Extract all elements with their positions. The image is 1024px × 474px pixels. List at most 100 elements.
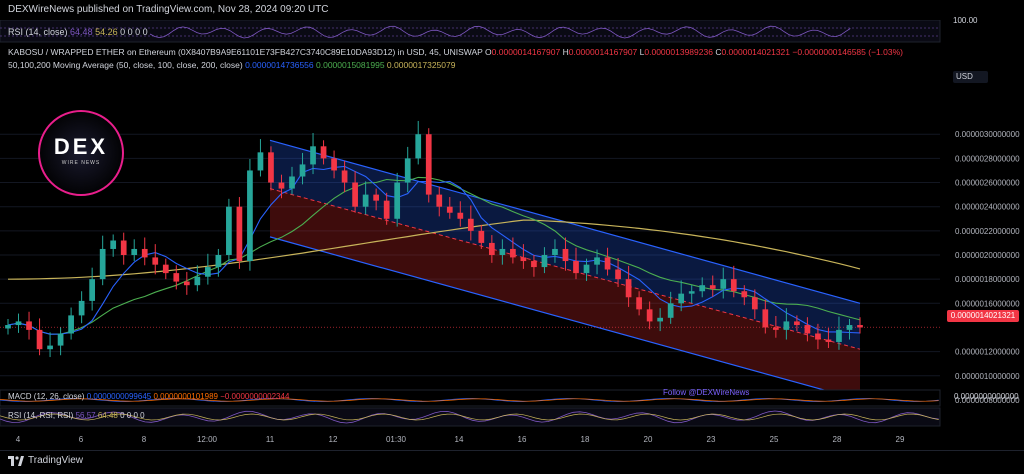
candle-body	[625, 279, 632, 298]
candle-body	[278, 182, 285, 189]
price-tick-label: 0.0000022000000	[955, 227, 1020, 236]
time-tick-label: 6	[79, 435, 84, 444]
candle-body	[47, 345, 53, 350]
rsi-bottom-v1: 56.57	[75, 411, 96, 420]
macd-legend: MACD (12, 26, close) 0.0000000099645 0.0…	[8, 392, 289, 401]
publisher-bar: DEXWireNews published on TradingView.com…	[0, 0, 1024, 20]
rsi-bottom-label: RSI (14, RSI; RSI)	[8, 411, 74, 420]
candle-body	[331, 158, 337, 171]
macd-v3: −0.0000000002344	[220, 392, 290, 401]
ma-label: 50,100,200 Moving Average (50, close, 10…	[8, 60, 243, 70]
macd-v1: 0.0000000099645	[86, 392, 152, 401]
follow-watermark: Follow @DEXWireNews	[663, 388, 750, 397]
candle-body	[215, 255, 222, 268]
dex-wire-news-logo: DEX WIRE NEWS	[38, 110, 124, 196]
time-tick-label: 4	[16, 435, 21, 444]
tradingview-label: TradingView	[28, 455, 84, 466]
candle-body	[36, 329, 43, 350]
ma100-value: 0.0000015081995	[316, 60, 385, 70]
price-tick-label: 0.0000020000000	[955, 251, 1020, 260]
high-value: 0.0000014167907	[568, 47, 638, 57]
time-tick-label: 12:00	[197, 435, 218, 444]
time-tick-label: 16	[518, 435, 527, 444]
time-tick-label: 25	[770, 435, 779, 444]
candle-body	[173, 273, 180, 282]
candle-body	[562, 248, 569, 262]
candle-body	[688, 291, 695, 294]
candle-body	[594, 257, 600, 265]
candle-body	[415, 134, 422, 159]
candle-body	[678, 293, 685, 304]
rsi-top-legend: RSI (14, close) 64.48 54.26 0 0 0 0	[8, 27, 148, 37]
time-tick-label: 23	[707, 435, 716, 444]
candle-body	[141, 248, 148, 258]
current-price-tag: 0.0000014021321	[947, 310, 1019, 322]
price-tick-label: 0.0000018000000	[955, 275, 1020, 284]
candle-body	[488, 242, 495, 255]
candle-body	[383, 200, 390, 219]
candle-body	[26, 321, 32, 330]
candle-body	[552, 248, 558, 255]
candle-body	[268, 152, 274, 183]
candle-body	[604, 257, 611, 270]
price-tick-label: 0.0000012000000	[955, 348, 1020, 357]
chart-frame[interactable]: 0.0000030000000 0.0000028000000 0.00000260…	[0, 16, 1024, 450]
o-label: O	[485, 47, 492, 57]
macd-v2: 0.0000000101989	[153, 392, 218, 401]
candle-body	[247, 170, 253, 262]
price-tick-label: 0.0000016000000	[955, 299, 1020, 308]
price-tick-label: 0.0000026000000	[955, 179, 1020, 188]
tradingview-logo-icon	[8, 455, 24, 466]
rsi-top-label: RSI (14, close)	[8, 27, 68, 37]
ma200-value: 0.0000017325079	[386, 60, 456, 70]
candle-body	[152, 257, 159, 265]
candle-body	[783, 321, 790, 330]
candle-body	[825, 339, 832, 342]
time-tick-label: 8	[142, 435, 147, 444]
candle-body	[815, 333, 821, 340]
tradingview-brand[interactable]: TradingView	[8, 455, 83, 466]
time-tick-label: 12	[329, 435, 338, 444]
time-tick-label: 14	[455, 435, 464, 444]
candle-body	[457, 212, 464, 219]
candle-body	[99, 248, 106, 280]
candle-body	[15, 321, 22, 326]
candle-body	[751, 297, 758, 310]
change-value: −0.0000000146585 (−1.03%)	[792, 47, 903, 57]
pair-legend: KABOSU / WRAPPED ETHER on Ethereum (0X84…	[8, 47, 903, 57]
low-value: 0.0000013989236	[644, 47, 713, 57]
candle-body	[804, 325, 811, 334]
candle-body	[394, 182, 401, 219]
pair-title: KABOSU / WRAPPED ETHER on Ethereum (0X84…	[8, 47, 483, 57]
rsi-bottom-v2: 64.48	[97, 411, 118, 420]
candle-body	[531, 261, 537, 268]
candle-body	[836, 329, 842, 342]
currency-button[interactable]: USD	[953, 71, 988, 83]
candle-body	[583, 264, 590, 274]
time-tick-label: 18	[581, 435, 590, 444]
rsi-top-zeros: 0 0 0 0	[120, 27, 148, 37]
candle-body	[615, 269, 621, 280]
candle-body	[709, 285, 716, 289]
candle-body	[657, 317, 664, 322]
candle-body	[204, 267, 211, 277]
candle-body	[857, 325, 863, 328]
time-tick-label: 28	[833, 435, 842, 444]
candle-body	[68, 315, 74, 334]
candle-body	[667, 303, 674, 318]
candle-body	[57, 333, 64, 346]
candle-body	[541, 255, 548, 268]
candle-body	[446, 206, 453, 213]
time-tick-label: 01:30	[386, 435, 407, 444]
candle-body	[404, 158, 411, 183]
candle-body	[310, 146, 316, 165]
candle-body	[131, 248, 138, 255]
candle-body	[341, 170, 348, 183]
candle-body	[320, 146, 327, 159]
price-chart[interactable]: 0.0000030000000 0.0000028000000 0.00000260…	[0, 20, 1024, 450]
time-tick-label: 20	[644, 435, 653, 444]
publisher-text: DEXWireNews published on TradingView.com…	[8, 4, 329, 15]
logo-subtext: WIRE NEWS	[61, 160, 101, 166]
candle-body	[257, 152, 264, 171]
candle-body	[162, 264, 169, 274]
